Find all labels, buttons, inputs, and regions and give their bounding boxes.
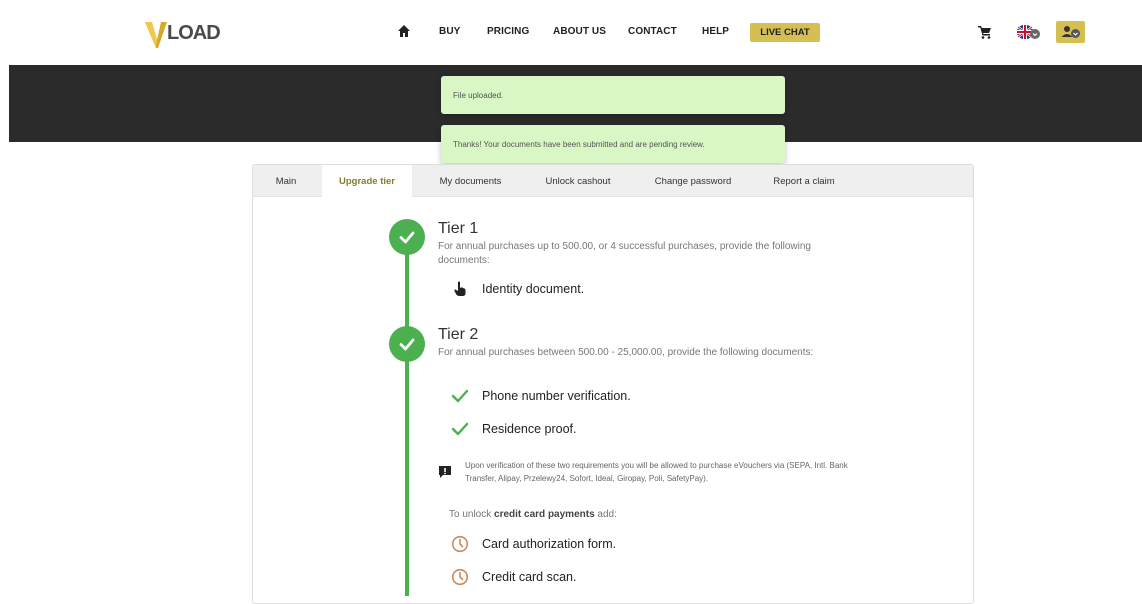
- tier-1-title: Tier 1: [438, 220, 479, 237]
- requirement-residence-proof: Residence proof.: [450, 419, 577, 439]
- site-header: LOAD BUY PRICING ABOUT US CONTACT HELP L…: [0, 0, 1142, 65]
- requirement-label: Phone number verification.: [482, 389, 631, 403]
- user-icon: [1061, 26, 1080, 38]
- requirement-label: Credit card scan.: [482, 570, 577, 584]
- check-icon: [450, 386, 470, 406]
- unlock-credit-card-text: To unlock credit card payments add:: [449, 509, 617, 520]
- tier-1-description: For annual purchases up to 500.00, or 4 …: [438, 241, 811, 266]
- account-button[interactable]: [1056, 21, 1085, 43]
- requirement-credit-card-scan: Credit card scan.: [450, 567, 576, 587]
- clock-icon: [450, 567, 470, 587]
- requirement-label: Residence proof.: [482, 422, 577, 436]
- tier-1-check-icon: [389, 219, 425, 255]
- requirement-phone-verification: Phone number verification.: [450, 386, 631, 406]
- home-icon[interactable]: [396, 23, 412, 39]
- requirement-label: Card authorization form.: [482, 537, 617, 551]
- hand-pointer-icon: [450, 279, 470, 299]
- requirement-label: Identity document.: [482, 282, 585, 296]
- tier-2-check-icon: [389, 326, 425, 362]
- vload-logo[interactable]: LOAD: [143, 14, 229, 50]
- unlock-prefix: To unlock: [449, 509, 492, 520]
- nav-contact[interactable]: CONTACT: [628, 26, 677, 37]
- tab-upgrade-tier[interactable]: Upgrade tier: [322, 165, 412, 198]
- uk-flag-icon[interactable]: [1017, 24, 1041, 40]
- live-chat-button[interactable]: LIVE CHAT: [750, 23, 820, 42]
- tab-main[interactable]: Main: [253, 165, 319, 197]
- requirement-card-authorization: Card authorization form.: [450, 534, 616, 554]
- requirement-identity-document: Identity document.: [450, 279, 584, 299]
- cart-icon[interactable]: [978, 25, 992, 39]
- tab-change-password[interactable]: Change password: [638, 165, 748, 197]
- check-icon: [450, 419, 470, 439]
- toast-documents-submitted[interactable]: Thanks! Your documents have been submitt…: [441, 125, 785, 163]
- tab-my-documents[interactable]: My documents: [418, 165, 523, 197]
- tab-unlock-cashout[interactable]: Unlock cashout: [528, 165, 628, 197]
- notice-text: Upon verification of these two requireme…: [465, 461, 848, 483]
- tier-2-description: For annual purchases between 500.00 - 25…: [438, 347, 814, 358]
- exclamation-comment-icon: [438, 465, 452, 479]
- tier-2-title: Tier 2: [438, 326, 479, 343]
- unlock-bold: credit card payments: [494, 509, 595, 520]
- tab-report-a-claim[interactable]: Report a claim: [758, 165, 850, 197]
- nav-pricing[interactable]: PRICING: [487, 26, 529, 37]
- timeline-line: [405, 236, 409, 596]
- clock-icon: [450, 534, 470, 554]
- nav-about-us[interactable]: ABOUT US: [553, 26, 606, 37]
- tab-bar: Main Upgrade tier My documents Unlock ca…: [253, 165, 973, 198]
- svg-text:LOAD: LOAD: [167, 22, 220, 44]
- toast-file-uploaded[interactable]: File uploaded.: [441, 76, 785, 114]
- nav-buy[interactable]: BUY: [439, 26, 460, 37]
- unlock-suffix: add:: [597, 509, 617, 520]
- nav-help[interactable]: HELP: [702, 26, 729, 37]
